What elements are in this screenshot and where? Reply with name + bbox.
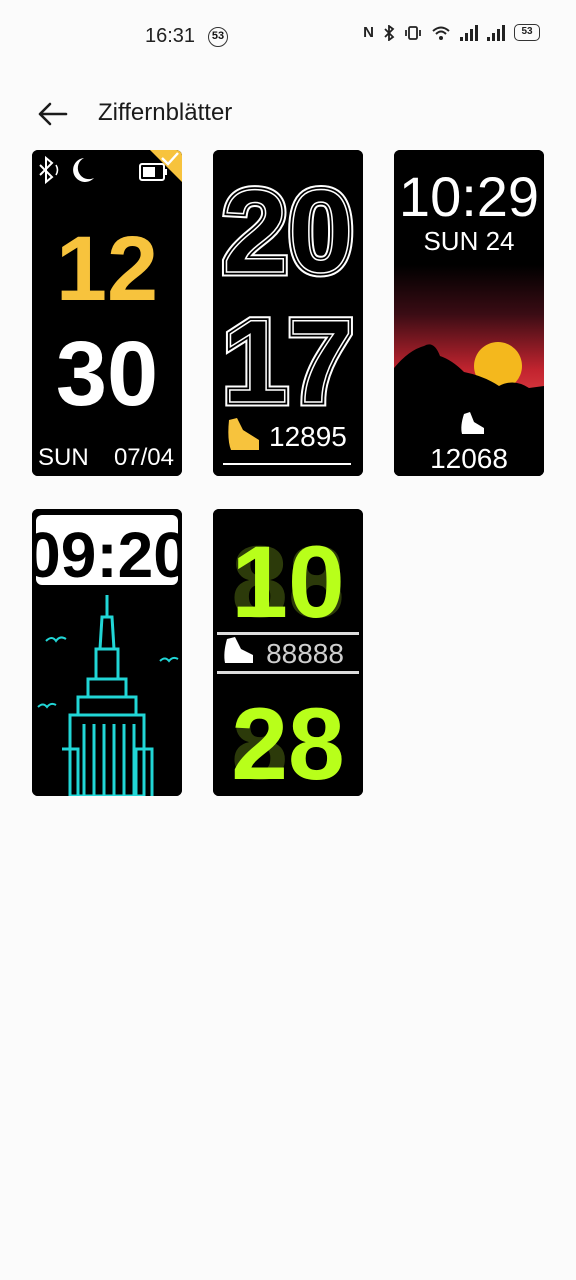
face-steps: 88888 [266, 638, 344, 669]
vibrate-icon [405, 25, 421, 40]
signal-icon [487, 24, 505, 41]
face-minute-core: 17 [222, 296, 353, 428]
signal-icon [460, 24, 478, 41]
face-minute: 30 [56, 323, 158, 425]
face-day: SUN [38, 444, 89, 471]
watch-face-4[interactable]: 09:20 [32, 509, 182, 796]
battery-icon: 53 [514, 24, 540, 41]
bluetooth-icon [384, 24, 395, 41]
notification-count-badge: 53 [208, 27, 228, 47]
nfc-icon: N [363, 24, 374, 41]
face-hour-core: 20 [222, 166, 353, 298]
wifi-icon [432, 26, 450, 40]
face-date: 07/04 [114, 444, 174, 471]
app-header: Ziffernblätter [0, 90, 576, 136]
watch-face-1[interactable]: 12 30 SUN 07/04 [32, 150, 182, 476]
face-steps: 12895 [269, 421, 347, 452]
page-title: Ziffernblätter [98, 99, 233, 126]
face-steps: 12068 [430, 443, 508, 474]
face-hour: 10 [231, 525, 344, 639]
watch-face-5[interactable]: 88 10 88888 88 28 [213, 509, 363, 796]
face-hour: 12 [56, 218, 158, 320]
divider-bottom [217, 671, 359, 674]
arrow-left-icon[interactable] [34, 96, 70, 132]
face-date: SUN 24 [423, 226, 514, 256]
divider-top [217, 632, 359, 635]
watch-face-2[interactable]: 20 20 20 17 17 17 12895 [213, 150, 363, 476]
face-time: 10:29 [399, 165, 539, 228]
status-bar: 16:31 53 N 53 [0, 0, 576, 74]
status-time: 16:31 [145, 25, 196, 47]
face-time: 09:20 [32, 519, 182, 591]
divider [223, 463, 351, 465]
status-icons: N 53 [363, 24, 540, 41]
watch-face-3[interactable]: 10:29 SUN 24 12068 [394, 150, 544, 476]
face-minute: 28 [231, 687, 344, 796]
